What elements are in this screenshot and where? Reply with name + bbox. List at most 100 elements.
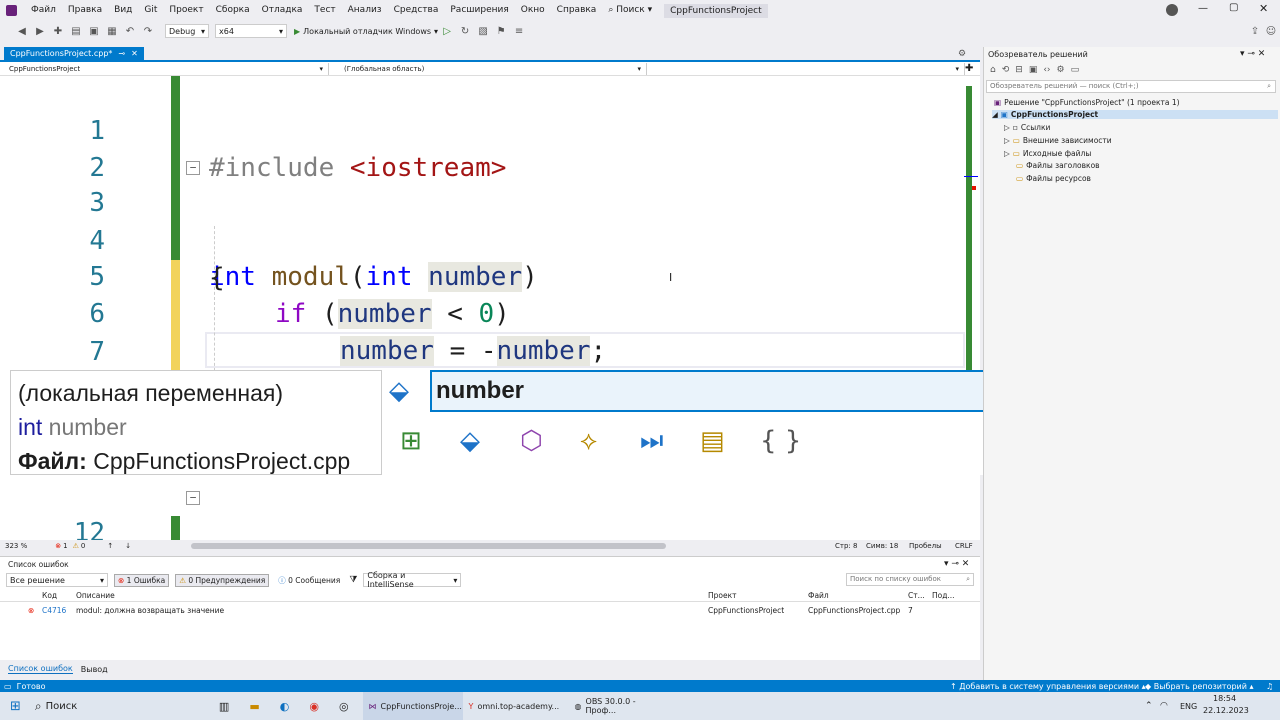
avatar[interactable]	[1166, 4, 1178, 16]
snippet-icon[interactable]: ⊞	[400, 426, 422, 456]
tab-cppfunctionsproject[interactable]: CppFunctionsProject.cpp* ⊸ ✕	[4, 47, 144, 60]
error-code-link[interactable]: C4716	[42, 606, 66, 615]
tray-lang[interactable]: ENG	[1180, 702, 1197, 711]
member-select[interactable]: ▾	[647, 62, 965, 75]
open-icon[interactable]: ▤	[68, 23, 84, 39]
global-scope-select[interactable]: (Глобальная область) ▾	[329, 62, 647, 75]
save-all-icon[interactable]: ▦	[104, 23, 120, 39]
line-ending[interactable]: CRLF	[955, 542, 973, 550]
build-source-select[interactable]: Сборка и IntelliSense ▾	[363, 571, 462, 589]
comment-icon[interactable]: ≡	[511, 23, 527, 39]
whitespace-mode[interactable]: Пробелы	[909, 542, 942, 550]
tray-date[interactable]: 22.12.2023	[1203, 706, 1249, 715]
menu-help[interactable]: Справка	[551, 0, 603, 21]
select-repo-button[interactable]: ◆ Выбрать репозиторий ▴	[1145, 682, 1254, 691]
collapse-all-icon[interactable]: ⊟	[1015, 65, 1023, 75]
tab-output[interactable]: Вывод	[81, 665, 108, 674]
minimize-icon[interactable]: —	[1198, 3, 1208, 14]
zoom-level[interactable]: 323 %	[5, 542, 27, 550]
collapse-icon[interactable]: −	[186, 161, 200, 175]
back-icon[interactable]: ◀	[14, 23, 30, 39]
edge-icon[interactable]: ◐	[280, 700, 290, 713]
errors-filter-button[interactable]: ⊗ 1 Ошибка	[114, 573, 170, 587]
menu-window[interactable]: Окно	[515, 0, 551, 21]
share-icon[interactable]: ⇪	[1247, 23, 1263, 39]
app-icon[interactable]: ◎	[339, 700, 349, 713]
menu-analyze[interactable]: Анализ	[342, 0, 388, 21]
tree-source-files[interactable]: ▷ ▭ Исходные файлы	[1004, 149, 1091, 158]
solution-explorer-options-icon[interactable]: ▾ ⊸ ✕	[1240, 49, 1265, 59]
table-row[interactable]: ⊗ C4716 modul: должна возвращать значени…	[0, 604, 980, 616]
filter-icon[interactable]: ⧩	[349, 575, 357, 585]
hot-reload-icon[interactable]: ↻	[457, 23, 473, 39]
error-scope-select[interactable]: Все решение ▾	[6, 573, 108, 587]
column-project[interactable]: Проект	[708, 591, 737, 600]
save-icon[interactable]: ▣	[86, 23, 102, 39]
platform-select[interactable]: x64 ▾	[215, 24, 287, 38]
tree-header-files[interactable]: ▭ Файлы заголовков	[1016, 161, 1100, 170]
menu-extensions[interactable]: Расширения	[444, 0, 514, 21]
menu-test[interactable]: Тест	[308, 0, 341, 21]
menu-file[interactable]: Файл	[25, 0, 62, 21]
menu-project[interactable]: Проект	[163, 0, 209, 21]
column-code[interactable]: Код	[42, 591, 57, 600]
taskbar-app-vs[interactable]: ⋈ CppFunctionsProje...	[362, 692, 463, 720]
tray-time[interactable]: 18:54	[1213, 694, 1236, 703]
pin-icon[interactable]: ⊸	[118, 49, 125, 58]
tray-chevron-icon[interactable]: ⌃	[1145, 701, 1153, 711]
new-item-icon[interactable]: ✚	[50, 23, 66, 39]
variable-filter-icon[interactable]: ⬙	[460, 426, 480, 456]
horizontal-scrollbar[interactable]	[191, 542, 667, 549]
column-file[interactable]: Файл	[808, 591, 829, 600]
bookmark-icon[interactable]: ⚑	[493, 23, 509, 39]
start-no-debug-icon[interactable]: ▷	[439, 23, 455, 39]
close-icon[interactable]: ✕	[1259, 2, 1268, 15]
column-description[interactable]: Описание	[76, 591, 115, 600]
taskbar-app-browser[interactable]: Yomni.top-academy...	[463, 692, 569, 720]
wifi-icon[interactable]: ◠	[1160, 701, 1168, 711]
toolbox-icon[interactable]: ▧	[475, 23, 491, 39]
maximize-icon[interactable]: ▢	[1229, 2, 1238, 13]
tree-project[interactable]: ◢ ▣ CppFunctionsProject	[992, 110, 1278, 119]
menu-search[interactable]: ⌕ Поиск ▾	[602, 0, 658, 21]
redo-icon[interactable]: ↷	[140, 23, 156, 39]
home-icon[interactable]: ⌂	[990, 65, 996, 75]
menu-git[interactable]: Git	[138, 0, 163, 21]
vertical-scrollbar[interactable]	[966, 86, 972, 226]
show-all-icon[interactable]: ▣	[1029, 65, 1038, 75]
warning-count[interactable]: 0	[81, 542, 85, 550]
preview-icon[interactable]: ▭	[1071, 65, 1080, 75]
project-scope-select[interactable]: CppFunctionsProject ▾	[4, 62, 329, 75]
keyword-filter-icon[interactable]: ⏭	[640, 426, 663, 457]
tree-resource-files[interactable]: ▭ Файлы ресурсов	[1016, 174, 1091, 183]
column-suppression[interactable]: Под...	[932, 591, 955, 600]
start-debug-button[interactable]: ▶ Локальный отладчик Windows ▾	[294, 27, 438, 36]
warnings-filter-button[interactable]: ⚠ 0 Предупреждения	[175, 573, 270, 587]
feedback-icon[interactable]: ☺	[1263, 23, 1279, 39]
start-icon[interactable]: ⊞	[10, 699, 21, 714]
close-tab-icon[interactable]: ✕	[131, 49, 138, 58]
tree-solution[interactable]: ▣ Решение "CppFunctionsProject" (1 проект…	[994, 98, 1180, 107]
tab-error-list[interactable]: Список ошибок	[8, 664, 73, 674]
error-list-search[interactable]: Поиск по списку ошибок ⌕	[846, 573, 974, 586]
class-filter-icon[interactable]: ⬡	[520, 426, 543, 456]
panel-options-icon[interactable]: ▾ ⊸ ✕	[944, 559, 969, 569]
undo-icon[interactable]: ↶	[122, 23, 138, 39]
properties-icon[interactable]: ⚙	[1057, 65, 1065, 75]
taskbar-search[interactable]: ⌕ Поиск	[29, 692, 219, 720]
forward-icon[interactable]: ▶	[32, 23, 48, 39]
menu-edit[interactable]: Правка	[62, 0, 108, 21]
add-to-scm-button[interactable]: ↑ Добавить в систему управления версиями…	[950, 682, 1146, 691]
menu-tools[interactable]: Средства	[388, 0, 445, 21]
task-view-icon[interactable]: ▥	[219, 700, 229, 713]
tree-external-deps[interactable]: ▷ ▭ Внешние зависимости	[1004, 136, 1112, 145]
menu-build[interactable]: Сборка	[210, 0, 256, 21]
error-count[interactable]: 1	[63, 542, 67, 550]
split-icon[interactable]: ✚	[965, 63, 973, 74]
brackets-filter-icon[interactable]: { }	[760, 426, 801, 456]
sync-icon[interactable]: ⟲	[1002, 65, 1010, 75]
config-select[interactable]: Debug ▾	[165, 24, 209, 38]
code-view-icon[interactable]: ‹›	[1043, 65, 1050, 75]
solution-search[interactable]: Обозреватель решений — поиск (Ctrl+;) ⌕	[986, 80, 1276, 93]
namespace-filter-icon[interactable]: ⟡	[580, 426, 597, 457]
